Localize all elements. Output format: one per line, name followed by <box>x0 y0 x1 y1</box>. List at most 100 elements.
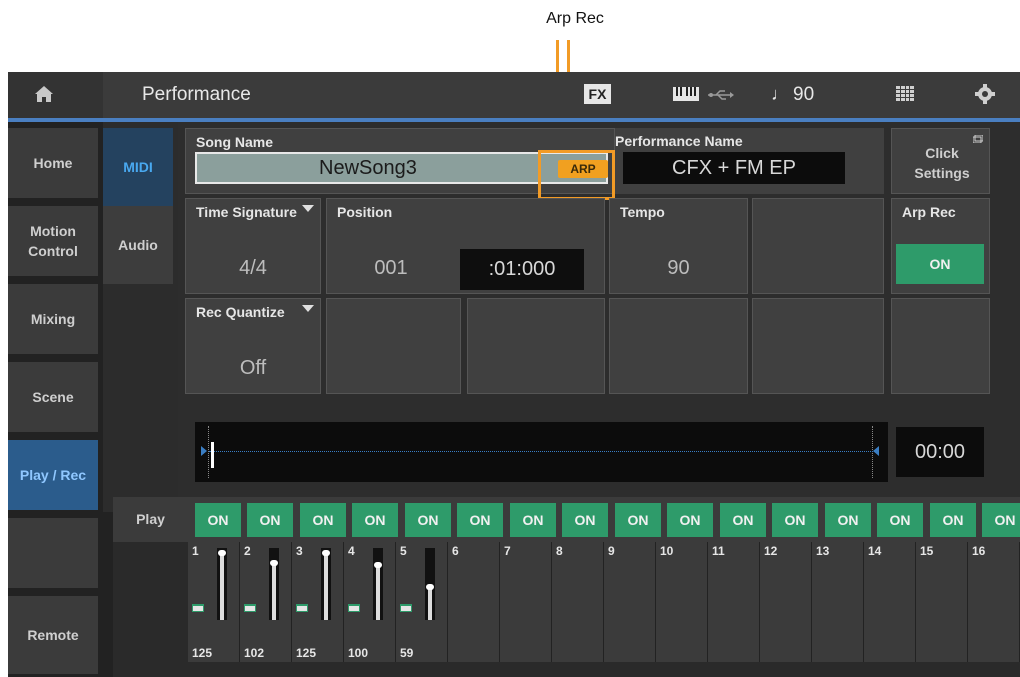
gear-icon[interactable] <box>975 84 995 104</box>
keyboard-icon <box>296 604 308 612</box>
position-measure[interactable]: 001 <box>327 257 455 280</box>
sidebar: Home Motion Control Mixing Scene Play / … <box>8 122 103 677</box>
usb-icon <box>708 90 734 100</box>
part-4-play-button[interactable]: ON <box>352 503 398 537</box>
part-16-play-button[interactable]: ON <box>982 503 1020 537</box>
part-volume: 125 <box>296 646 317 660</box>
part-15-play-button[interactable]: ON <box>930 503 976 537</box>
part-strip-7: 7 <box>500 542 552 662</box>
tempo-display[interactable]: 90 <box>793 84 814 106</box>
dropdown-arrow-icon <box>302 305 314 312</box>
time-signature-label: Time Signature <box>196 204 297 220</box>
part-volume: 102 <box>244 646 265 660</box>
empty-cell <box>752 298 884 394</box>
top-bar: Performance FX ♩ 90 <box>8 72 1020 118</box>
part-strip-4: 4 100 <box>344 542 396 662</box>
part-11-play-button[interactable]: ON <box>720 503 766 537</box>
part-8-play-button[interactable]: ON <box>562 503 608 537</box>
keyboard-icon <box>348 604 360 612</box>
part-13-play-button[interactable]: ON <box>825 503 871 537</box>
grid-icon[interactable] <box>896 86 914 102</box>
keyboard-icon <box>244 604 256 612</box>
tempo-cell[interactable]: Tempo 90 <box>609 198 748 294</box>
performance-name-label: Performance Name <box>615 133 743 149</box>
volume-knob[interactable] <box>322 550 330 556</box>
home-button[interactable] <box>8 72 103 118</box>
rec-quantize-cell[interactable]: Rec Quantize Off <box>185 298 321 394</box>
part-12-play-button[interactable]: ON <box>772 503 818 537</box>
volume-knob[interactable] <box>426 584 434 590</box>
fx-icon[interactable]: FX <box>584 84 611 104</box>
tab-audio[interactable]: Audio <box>103 206 173 284</box>
part-9-play-button[interactable]: ON <box>615 503 661 537</box>
part-number: 13 <box>816 544 830 558</box>
volume-fill <box>272 562 276 620</box>
sidebar-item-home[interactable]: Home <box>8 128 98 198</box>
part-7-play-button[interactable]: ON <box>510 503 556 537</box>
part-number: 14 <box>868 544 882 558</box>
sidebar-item-remote[interactable]: Remote <box>8 596 98 674</box>
tab-midi[interactable]: MIDI <box>103 128 173 206</box>
part-strip-1: 1 125 <box>188 542 240 662</box>
part-number: 5 <box>400 544 407 558</box>
main-panel: Song Name NewSong3 ARP Performance Name … <box>113 122 1020 677</box>
volume-knob[interactable] <box>270 560 278 566</box>
part-number: 15 <box>920 544 934 558</box>
timeline-start-guide <box>208 426 209 478</box>
sidebar-item-mixing[interactable]: Mixing <box>8 284 98 354</box>
empty-cell <box>891 298 990 394</box>
keyboard-icon <box>192 604 204 612</box>
part-number: 9 <box>608 544 615 558</box>
rec-quantize-value: Off <box>239 357 267 379</box>
arp-rec-label: Arp Rec <box>902 204 956 220</box>
part-number: 2 <box>244 544 251 558</box>
part-strip-9: 9 <box>604 542 656 662</box>
part-volume: 100 <box>348 646 369 660</box>
volume-knob[interactable] <box>218 550 226 556</box>
part-strip-6: 6 <box>448 542 500 662</box>
loop-start-marker-icon <box>201 446 207 456</box>
part-6-play-button[interactable]: ON <box>457 503 503 537</box>
arp-rec-on-button[interactable]: ON <box>896 244 984 284</box>
click-settings-label: Click Settings <box>914 145 970 181</box>
volume-slider[interactable] <box>269 548 279 620</box>
performance-name-field[interactable]: CFX + FM EP <box>623 152 845 184</box>
part-5-play-button[interactable]: ON <box>405 503 451 537</box>
part-3-play-button[interactable]: ON <box>300 503 346 537</box>
part-1-play-button[interactable]: ON <box>195 503 241 537</box>
song-name-label: Song Name <box>196 134 274 150</box>
position-label: Position <box>337 204 393 220</box>
part-number: 10 <box>660 544 674 558</box>
sub-tabs: MIDI Audio <box>103 122 178 512</box>
page-title: Performance <box>142 84 251 105</box>
volume-knob[interactable] <box>374 562 382 568</box>
part-number: 3 <box>296 544 303 558</box>
volume-slider[interactable] <box>373 548 383 620</box>
song-timeline[interactable] <box>195 422 888 482</box>
playhead[interactable] <box>211 442 214 468</box>
time-display: 00:00 <box>896 427 984 477</box>
time-signature-cell[interactable]: Time Signature 4/4 <box>185 198 321 294</box>
volume-slider[interactable] <box>425 548 435 620</box>
click-settings-button[interactable]: Click Settings <box>891 128 990 194</box>
loop-end-marker-icon <box>873 446 879 456</box>
volume-slider[interactable] <box>321 548 331 620</box>
part-10-play-button[interactable]: ON <box>667 503 713 537</box>
part-number: 4 <box>348 544 355 558</box>
part-strip-15: 15 <box>916 542 968 662</box>
part-strip-10: 10 <box>656 542 708 662</box>
sidebar-item-motion-control[interactable]: Motion Control <box>8 206 98 276</box>
position-beat[interactable]: :01:000 <box>460 249 584 290</box>
part-2-play-button[interactable]: ON <box>247 503 293 537</box>
part-14-play-button[interactable]: ON <box>877 503 923 537</box>
part-strip-8: 8 <box>552 542 604 662</box>
synth-screen: Performance FX ♩ 90 Home Motion Control … <box>8 72 1020 677</box>
volume-slider[interactable] <box>217 548 227 620</box>
tempo-value: 90 <box>667 257 690 279</box>
sidebar-item-play-rec[interactable]: Play / Rec <box>8 440 98 510</box>
part-number: 11 <box>712 544 725 558</box>
sidebar-item-scene[interactable]: Scene <box>8 362 98 432</box>
volume-fill <box>220 552 224 620</box>
arp-callout-box <box>538 150 615 200</box>
time-signature-value: 4/4 <box>239 257 267 279</box>
